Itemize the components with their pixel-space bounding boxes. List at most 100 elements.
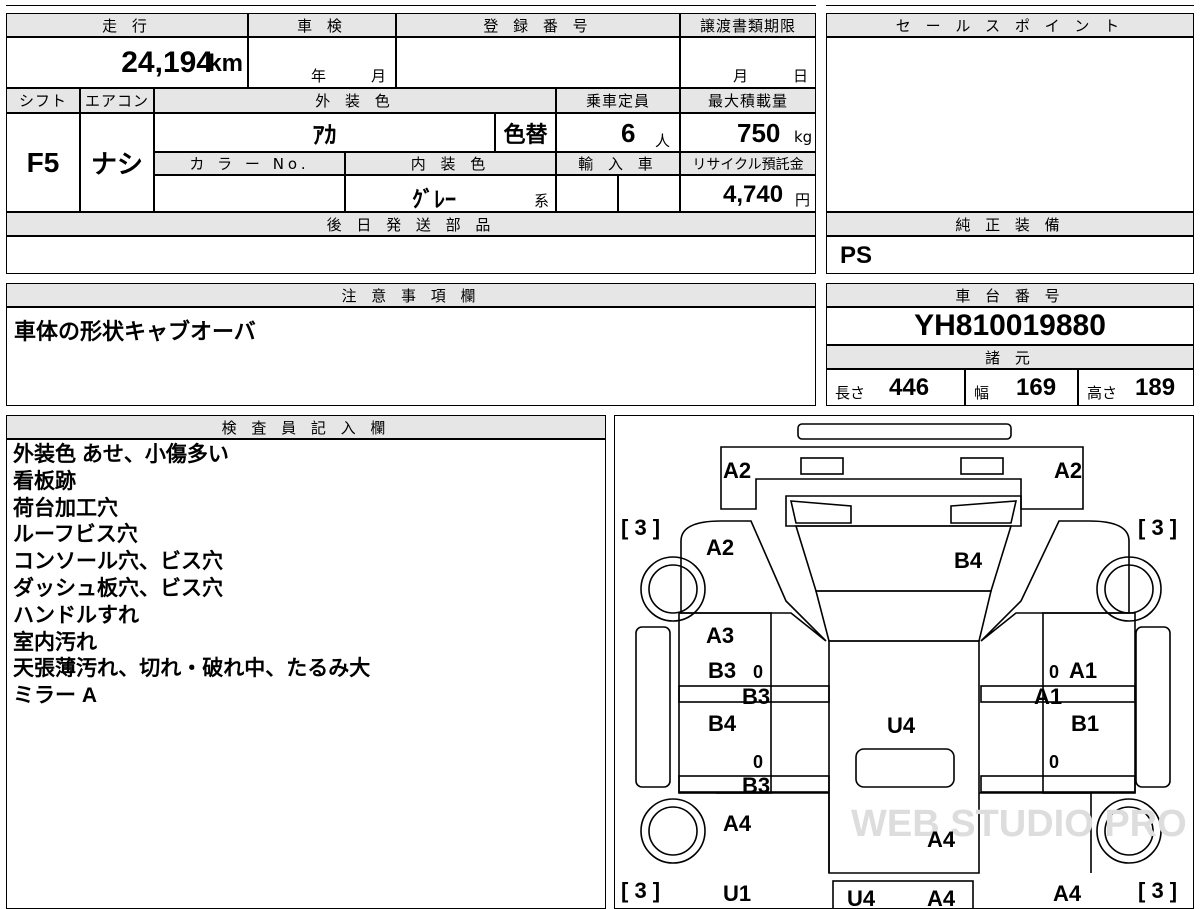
wiper-left-shape [789, 500, 852, 524]
max-load-header: 最大積載量 [680, 88, 816, 113]
top-strip-right [826, 0, 1194, 6]
exterior-color-header: 外 装 色 [154, 88, 556, 113]
mark-bottom-center-u4: U4 [847, 886, 876, 908]
interior-color-header: 内 装 色 [345, 152, 556, 175]
exterior-color-label: 外 装 色 [315, 92, 395, 110]
notes-value: 車体の形状キャブオーバ [14, 319, 256, 344]
wiper-right-shape [950, 500, 1018, 524]
mark-fender-left: A2 [706, 535, 734, 560]
recycle-header: リサイクル預託金 [680, 152, 816, 175]
genuine-equipment-header: 純 正 装 備 [826, 212, 1194, 236]
transfer-label: 譲渡書類期限 [699, 16, 796, 35]
vehicle-diagram: WEB STUDIO PRO A2 A2 [ 3 ] [ 3 ] A2 B4 A… [614, 415, 1194, 909]
shift-cell: F5 [6, 113, 80, 212]
chassis-cell: YH810019880 [826, 307, 1194, 345]
registration-cell [396, 37, 680, 88]
color-change-label: 色替 [503, 121, 548, 147]
watermark: WEB STUDIO PRO [851, 803, 1187, 845]
ac-value: ナシ [90, 149, 143, 179]
inspector-line: ミラー A [13, 684, 97, 708]
notes-label: 注 意 事 項 欄 [341, 286, 481, 305]
transfer-month: 月 [733, 67, 749, 85]
sales-point-label: セ ー ル ス ポ イ ン ト [895, 16, 1125, 35]
truck-diagram-svg: WEB STUDIO PRO A2 A2 [ 3 ] [ 3 ] A2 B4 A… [621, 423, 1187, 908]
exterior-color-value: ｱｶ [312, 122, 337, 149]
cab-roof-shape [814, 590, 993, 642]
mark-left-b4: B4 [708, 711, 737, 736]
genuine-equipment-cell: PS [826, 236, 1194, 274]
front-panel-shape [720, 446, 1084, 510]
wheel-fl-shape [640, 556, 706, 622]
height-value: 189 [1135, 374, 1176, 401]
import-cell-2 [618, 175, 680, 212]
mileage-header: 走 行 [6, 13, 248, 37]
width-cell: 幅 169 [965, 369, 1078, 406]
transfer-header: 譲渡書類期限 [680, 13, 816, 37]
capacity-unit: 人 [655, 132, 671, 150]
dimensions-label: 諸 元 [985, 348, 1035, 367]
registration-header: 登 録 番 号 [396, 13, 680, 37]
shift-header: シフト [6, 88, 80, 113]
mark-zero: 0 [1049, 752, 1059, 772]
import-label: 輸 入 車 [578, 155, 658, 173]
ac-label: エアコン [84, 92, 149, 110]
max-load-cell: 750 kg [680, 113, 816, 152]
inspection-header: 車 検 [248, 13, 396, 37]
inspector-lines: 外装色 あせ、小傷多い 看板跡 荷台加工穴 ルーフビス穴 コンソール穴、ビス穴 … [13, 442, 599, 710]
transfer-day: 日 [793, 67, 809, 85]
bed-hatch-shape [855, 748, 955, 788]
chassis-value: YH810019880 [914, 309, 1106, 342]
mark-rear-center-a4: A4 [927, 827, 956, 852]
max-load-value: 750 [737, 118, 781, 148]
step-right-lower-shape [980, 775, 1136, 793]
color-no-header: カ ラ ー No. [154, 152, 345, 175]
inspector-line: コンソール穴、ビス穴 [13, 550, 223, 574]
recycle-unit: 円 [795, 191, 811, 209]
height-label: 高さ [1087, 384, 1118, 402]
import-cell-1 [556, 175, 618, 212]
capacity-label: 乗車定員 [585, 92, 650, 110]
wheel-rl-shape [640, 798, 706, 864]
inspector-line: 室内汚れ [13, 630, 97, 654]
capacity-header: 乗車定員 [556, 88, 680, 113]
max-load-unit: kg [794, 128, 813, 146]
interior-color-value: ｸﾞﾚｰ [412, 187, 457, 212]
dimensions-header: 諸 元 [826, 345, 1194, 369]
mark-tire-rl: [ 3 ] [621, 878, 660, 903]
capacity-value: 6 [621, 118, 636, 148]
mark-bottom-left-u1: U1 [723, 881, 751, 906]
inspector-line: 看板跡 [13, 469, 76, 493]
inspector-line: 外装色 あせ、小傷多い [13, 443, 229, 466]
mark-windshield: B4 [954, 548, 983, 573]
inspector-line: ハンドルすれ [13, 603, 139, 627]
inspector-cell: 外装色 あせ、小傷多い 看板跡 荷台加工穴 ルーフビス穴 コンソール穴、ビス穴 … [6, 439, 606, 909]
mark-zero: 0 [1049, 662, 1059, 682]
interior-color-suffix: 系 [534, 192, 550, 210]
mark-right-b1: B1 [1071, 711, 1099, 736]
later-parts-header: 後 日 発 送 部 品 [6, 212, 816, 236]
chassis-header: 車 台 番 号 [826, 283, 1194, 307]
recycle-value: 4,740 [723, 181, 784, 208]
color-change-cell: 色替 [495, 113, 556, 152]
inspector-line: ルーフビス穴 [13, 523, 138, 547]
height-cell: 高さ 189 [1078, 369, 1194, 406]
import-header: 輸 入 車 [556, 152, 680, 175]
side-rail-right-shape [1135, 626, 1171, 788]
inspector-line: 荷台加工穴 [13, 496, 118, 520]
mark-left-a4: A4 [723, 811, 752, 836]
registration-label: 登 録 番 号 [483, 16, 593, 35]
genuine-equipment-value: PS [840, 242, 873, 269]
shift-label: シフト [18, 92, 67, 110]
front-bumper-shape [797, 423, 1012, 440]
fender-left-shape [680, 520, 827, 642]
mark-bottom-center-a4: A4 [927, 886, 956, 908]
inspector-line: ダッシュ板穴、ビス穴 [13, 576, 223, 600]
inspection-month: 月 [371, 67, 387, 85]
sales-point-header: セ ー ル ス ポ イ ン ト [826, 13, 1194, 37]
wiper-area-shape [785, 495, 1022, 527]
mark-right-a1-top: A1 [1069, 658, 1097, 683]
length-label: 長さ [835, 384, 866, 402]
inspection-cell: 年 月 [248, 37, 396, 88]
mark-front-left: A2 [723, 458, 751, 483]
inspection-label: 車 検 [297, 16, 347, 35]
